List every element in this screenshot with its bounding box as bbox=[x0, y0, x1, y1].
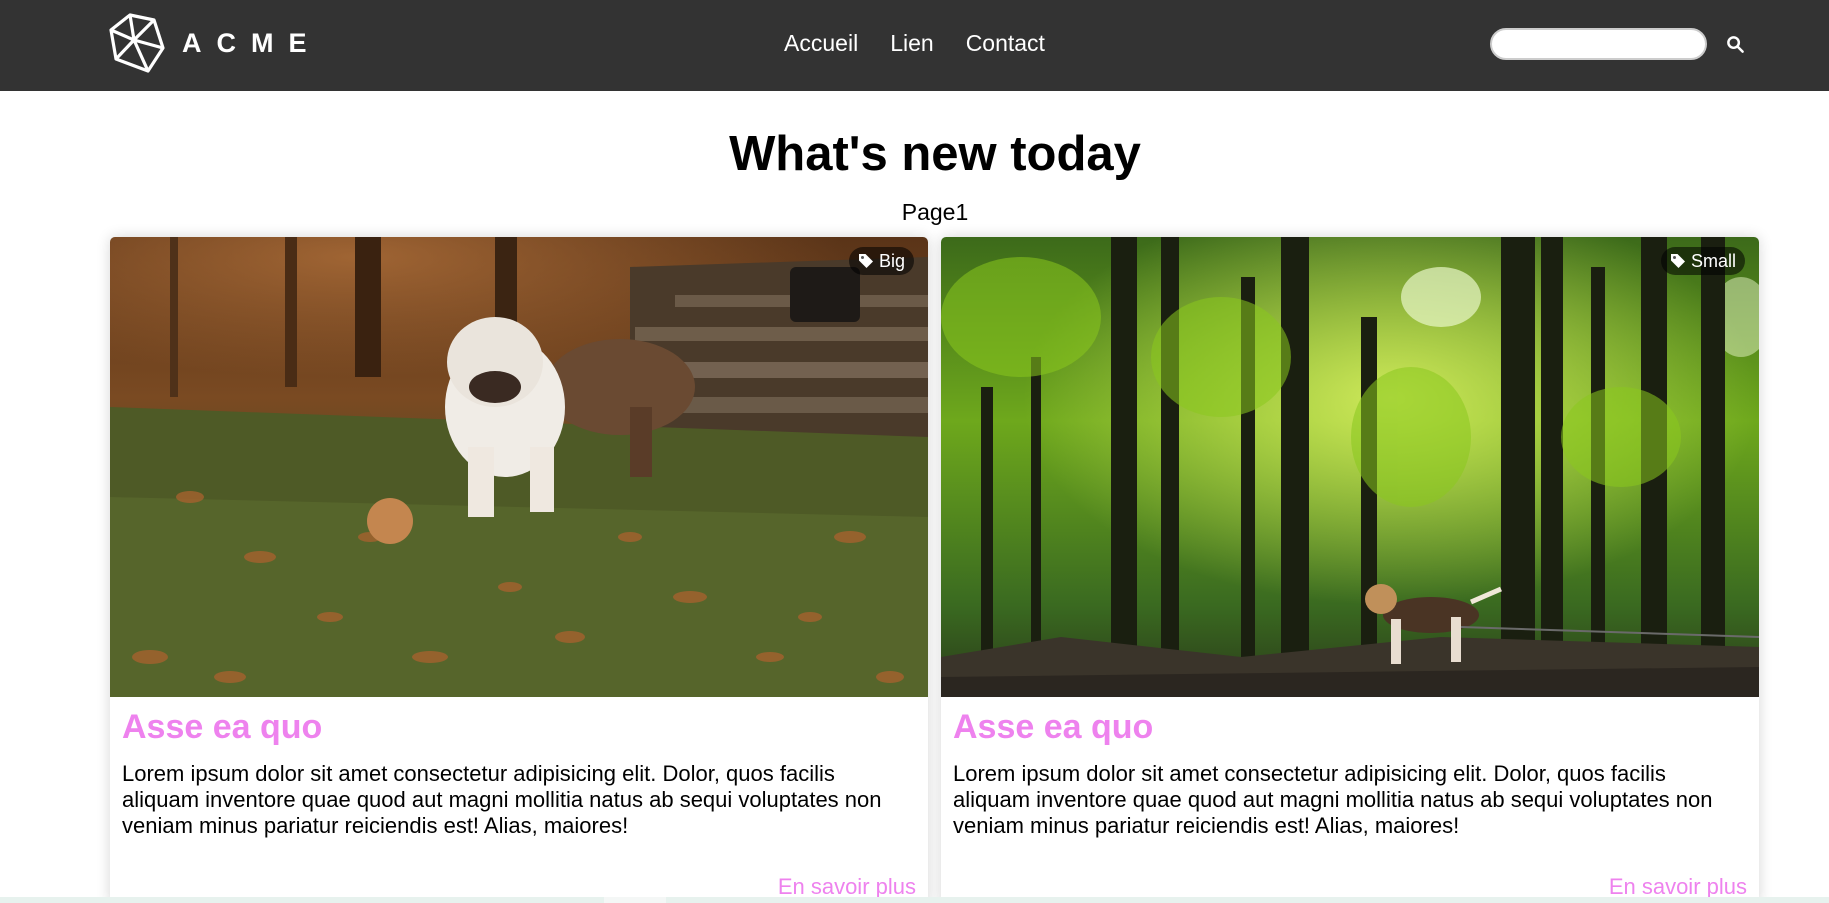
tag-icon bbox=[1670, 253, 1686, 269]
tag-label: Small bbox=[1690, 250, 1736, 271]
search-icon bbox=[1726, 35, 1745, 54]
search-input[interactable] bbox=[1490, 28, 1707, 60]
nav-link-accueil[interactable]: Accueil bbox=[784, 30, 858, 57]
card-text: Lorem ipsum dolor sit amet consectetur a… bbox=[122, 761, 882, 838]
tag-badge: Small bbox=[1660, 247, 1745, 275]
beagle-forest-photo bbox=[941, 237, 1759, 697]
article-card: Big Asse ea quo Lorem ipsum dolor sit am… bbox=[110, 237, 928, 903]
article-card: Small Asse ea quo Lorem ipsum dolor sit … bbox=[941, 237, 1759, 903]
page-title: What's new today bbox=[729, 127, 1141, 181]
top-navbar: ACME Accueil Lien Contact bbox=[0, 0, 1829, 91]
bulldog-autumn-leaves-photo bbox=[110, 237, 928, 697]
nav-link-contact[interactable]: Contact bbox=[966, 30, 1045, 57]
horizontal-scrollbar[interactable] bbox=[0, 897, 1829, 903]
card-title: Asse ea quo bbox=[953, 708, 1154, 746]
tag-icon bbox=[858, 253, 874, 269]
card-title: Asse ea quo bbox=[122, 708, 323, 746]
scrollbar-thumb[interactable] bbox=[604, 897, 666, 903]
search-button[interactable] bbox=[1722, 31, 1748, 57]
card-text: Lorem ipsum dolor sit amet consectetur a… bbox=[953, 761, 1713, 838]
nav-link-lien[interactable]: Lien bbox=[890, 30, 933, 57]
tag-badge: Big bbox=[848, 247, 914, 275]
page-subtitle: Page1 bbox=[901, 199, 969, 225]
search-box bbox=[1490, 28, 1707, 60]
tag-label: Big bbox=[878, 250, 905, 271]
